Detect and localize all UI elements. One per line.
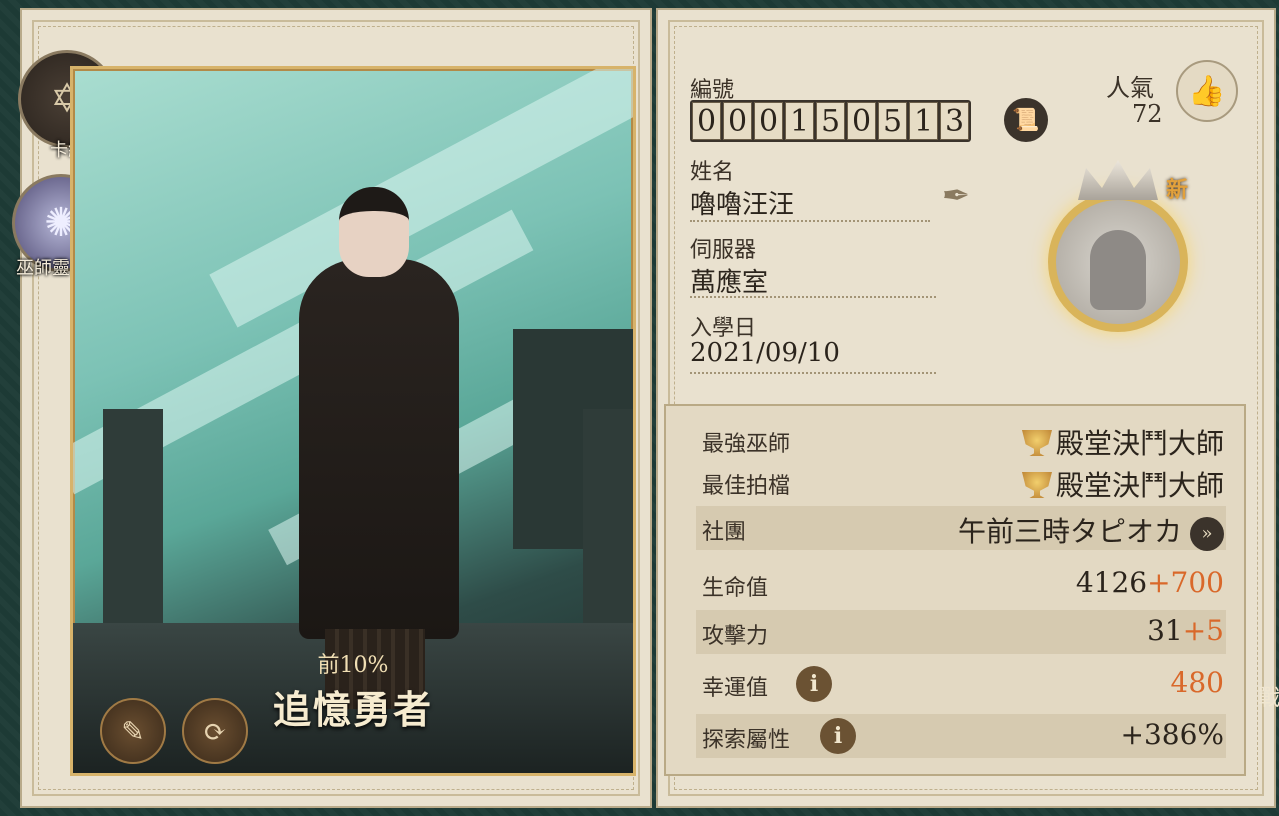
id-digit: 5 bbox=[878, 102, 907, 140]
id-digit: 3 bbox=[940, 102, 969, 140]
stat-row-best-partner: 最佳拍檔 殿堂決鬥大師 bbox=[696, 460, 1226, 504]
attack-bonus: +5 bbox=[1182, 614, 1224, 647]
id-digit: 0 bbox=[692, 102, 721, 140]
right-edge-tab[interactable]: 戰 bbox=[1258, 680, 1279, 712]
id-digit: 0 bbox=[847, 102, 876, 140]
crown-icon bbox=[1078, 160, 1158, 200]
character-head bbox=[339, 187, 409, 277]
id-digit: 0 bbox=[723, 102, 752, 140]
server-label: 伺服器 bbox=[690, 238, 757, 263]
left-pillar bbox=[103, 409, 163, 649]
server-underline bbox=[690, 296, 936, 298]
best-wizard-label: 最強巫師 bbox=[702, 432, 791, 457]
best-partner-text: 殿堂決鬥大師 bbox=[1055, 469, 1224, 502]
edit-card-button[interactable]: ✎ bbox=[100, 698, 166, 764]
rank-percent: 前10% bbox=[317, 653, 389, 678]
character-figure bbox=[299, 259, 459, 639]
right-pillar bbox=[583, 409, 633, 649]
refresh-icon: ⟳ bbox=[203, 714, 227, 748]
stat-row-explore: 探索屬性 +386% bbox=[696, 714, 1226, 758]
hp-base: 4126 bbox=[1075, 566, 1148, 599]
name-label: 姓名 bbox=[690, 160, 735, 185]
name-value: 嚕嚕汪汪 bbox=[690, 190, 795, 220]
club-label: 社團 bbox=[702, 520, 747, 545]
hp-value: 4126+700 bbox=[1076, 566, 1224, 599]
thumbs-up-icon: 👍 bbox=[1188, 73, 1226, 109]
attack-base: 31 bbox=[1147, 614, 1183, 647]
best-partner-label: 最佳拍檔 bbox=[702, 474, 791, 499]
luck-value: 480 bbox=[1170, 666, 1224, 699]
luck-label: 幸運值 bbox=[702, 676, 769, 701]
enroll-value: 2021/09/10 bbox=[690, 338, 840, 368]
club-value: 午前三時タピオカ» bbox=[958, 510, 1224, 551]
explore-label: 探索屬性 bbox=[702, 728, 791, 753]
popularity-label: 人氣 bbox=[1106, 74, 1154, 102]
best-wizard-text: 殿堂決鬥大師 bbox=[1055, 427, 1224, 460]
name-underline bbox=[690, 220, 930, 222]
scroll-icon: 📜 bbox=[1012, 107, 1040, 133]
attack-label: 攻擊力 bbox=[702, 624, 769, 649]
id-digit: 1 bbox=[909, 102, 938, 140]
server-value: 萬應室 bbox=[690, 268, 769, 298]
stat-row-attack: 攻擊力 31+5 bbox=[696, 610, 1226, 654]
edit-card-icon: ✎ bbox=[121, 714, 145, 748]
best-partner-value: 殿堂決鬥大師 bbox=[1021, 464, 1224, 504]
id-digit: 5 bbox=[816, 102, 845, 140]
new-badge: 新 bbox=[1166, 177, 1189, 203]
best-wizard-value: 殿堂決鬥大師 bbox=[1021, 422, 1224, 462]
like-button[interactable]: 👍 bbox=[1176, 60, 1238, 122]
club-arrow-icon[interactable]: » bbox=[1190, 516, 1224, 551]
id-digit: 0 bbox=[754, 102, 783, 140]
avatar-cat-image bbox=[1090, 230, 1146, 310]
id-digit: 1 bbox=[785, 102, 814, 140]
trophy-icon bbox=[1021, 472, 1052, 498]
stat-row-luck: 幸運值 480 bbox=[696, 662, 1226, 706]
player-id: 0 0 0 1 5 0 5 1 3 bbox=[690, 100, 971, 142]
hp-label: 生命值 bbox=[702, 576, 769, 601]
stat-row-club[interactable]: 社團 午前三時タピオカ» bbox=[696, 506, 1226, 551]
attack-value: 31+5 bbox=[1147, 614, 1224, 647]
refresh-button[interactable]: ⟳ bbox=[182, 698, 248, 764]
character-card: 前10% 追憶勇者 bbox=[70, 66, 636, 776]
explore-value: +386% bbox=[1120, 718, 1224, 751]
edit-name-button[interactable]: ✒ bbox=[926, 170, 986, 222]
explore-info-icon[interactable]: i bbox=[820, 718, 856, 754]
hp-bonus: +700 bbox=[1147, 566, 1224, 599]
popularity-value: 72 bbox=[1132, 100, 1163, 128]
club-name: 午前三時タピオカ bbox=[957, 515, 1182, 548]
quill-icon: ✒ bbox=[941, 176, 971, 216]
stat-row-hp: 生命值 4126+700 bbox=[696, 562, 1226, 606]
luck-info-icon[interactable]: i bbox=[796, 666, 832, 702]
trophy-icon bbox=[1021, 430, 1052, 456]
copy-id-button[interactable]: 📜 bbox=[1004, 98, 1048, 142]
stat-row-best-wizard: 最強巫師 殿堂決鬥大師 bbox=[696, 418, 1226, 462]
enroll-underline bbox=[690, 372, 936, 374]
